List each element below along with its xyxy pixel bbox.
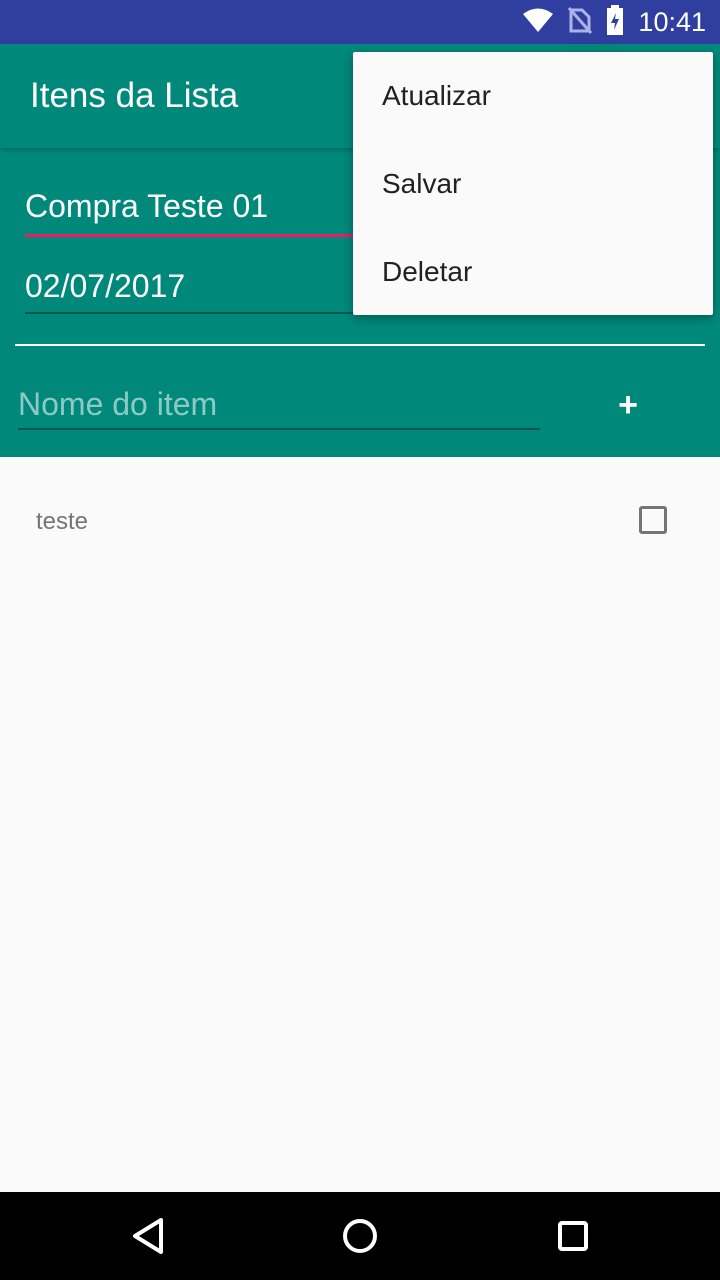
menu-item-label: Salvar [382, 168, 462, 199]
add-item-button[interactable]: + [598, 380, 658, 430]
list-item[interactable]: teste [0, 480, 720, 566]
list-item-label: teste [36, 508, 89, 535]
divider [15, 344, 705, 346]
menu-item-label: Atualizar [382, 80, 491, 111]
menu-item-salvar[interactable]: Salvar [353, 140, 713, 228]
date-value: 02/07/2017 [25, 268, 186, 304]
battery-charging-icon [606, 4, 624, 40]
navigation-bar [0, 1192, 720, 1280]
overflow-menu: Atualizar Salvar Deletar [353, 52, 713, 315]
status-bar: 10:41 [0, 0, 720, 44]
status-time: 10:41 [638, 6, 706, 37]
item-name-input[interactable] [18, 382, 540, 426]
page-title: Itens da Lista [30, 76, 239, 115]
item-name-field[interactable] [18, 382, 540, 430]
back-icon[interactable] [120, 1208, 176, 1264]
no-sim-icon [568, 6, 593, 39]
status-icons: 10:41 [522, 0, 706, 44]
wifi-icon [522, 7, 554, 38]
screen: 10:41 Itens da Lista Compra Teste 01 02/… [0, 0, 720, 1280]
item-checkbox[interactable] [639, 506, 667, 534]
menu-item-atualizar[interactable]: Atualizar [353, 52, 713, 140]
menu-item-deletar[interactable]: Deletar [353, 228, 713, 316]
list-name-value: Compra Teste 01 [25, 188, 269, 224]
home-icon[interactable] [332, 1208, 388, 1264]
recents-icon[interactable] [545, 1208, 601, 1264]
menu-item-label: Deletar [382, 256, 473, 287]
